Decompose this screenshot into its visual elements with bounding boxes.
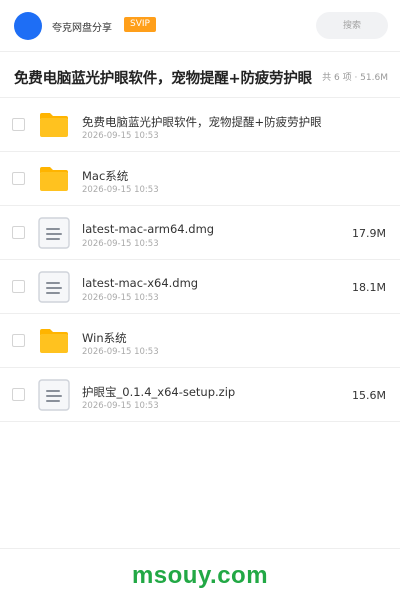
file-size: 17.9M	[352, 227, 386, 240]
svip-badge: SVIP	[124, 17, 156, 32]
search-input[interactable]	[316, 12, 388, 39]
checkbox[interactable]	[12, 280, 25, 293]
title-bar: 免费电脑蓝光护眼软件，宠物提醒+防疲劳护眼 共 6 项 · 51.6M	[0, 52, 400, 98]
folder-icon	[40, 113, 68, 137]
checkbox[interactable]	[12, 334, 25, 347]
footer-divider	[0, 548, 400, 549]
list-item[interactable]: Mac系统 2026-09-15 10:53	[0, 152, 400, 206]
file-date: 2026-09-15 10:53	[82, 131, 159, 141]
watermark-text: msouy.com	[131, 562, 269, 589]
file-icon	[38, 379, 70, 411]
folder-icon	[40, 167, 68, 191]
app-name: 夸克网盘分享	[52, 23, 112, 34]
checkbox[interactable]	[12, 226, 25, 239]
list-item[interactable]: 护眼宝_0.1.4_x64-setup.zip 2026-09-15 10:53…	[0, 368, 400, 422]
list-item[interactable]: 免费电脑蓝光护眼软件，宠物提醒+防疲劳护眼 2026-09-15 10:53	[0, 98, 400, 152]
file-name: 免费电脑蓝光护眼软件，宠物提醒+防疲劳护眼	[82, 115, 322, 129]
list-item[interactable]: latest-mac-arm64.dmg 2026-09-15 10:53 17…	[0, 206, 400, 260]
list-item[interactable]: latest-mac-x64.dmg 2026-09-15 10:53 18.1…	[0, 260, 400, 314]
file-name: latest-mac-x64.dmg	[82, 276, 199, 290]
checkbox[interactable]	[12, 172, 25, 185]
list-item[interactable]: Win系统 2026-09-15 10:53	[0, 314, 400, 368]
file-size: 15.6M	[352, 389, 386, 402]
header: 夸克网盘分享 SVIP	[0, 0, 400, 52]
file-date: 2026-09-15 10:53	[82, 347, 159, 357]
file-name: Win系统	[82, 331, 127, 345]
file-name: Mac系统	[82, 169, 129, 183]
file-count-meta: 共 6 项 · 51.6M	[322, 73, 388, 83]
page-title: 免费电脑蓝光护眼软件，宠物提醒+防疲劳护眼	[14, 71, 312, 87]
file-name: 护眼宝_0.1.4_x64-setup.zip	[82, 385, 236, 399]
file-date: 2026-09-15 10:53	[82, 185, 159, 195]
file-list: 免费电脑蓝光护眼软件，宠物提醒+防疲劳护眼 2026-09-15 10:53 M…	[0, 98, 400, 422]
file-icon	[38, 271, 70, 303]
checkbox[interactable]	[12, 118, 25, 131]
file-name: latest-mac-arm64.dmg	[82, 222, 215, 236]
file-icon	[38, 217, 70, 249]
folder-icon	[40, 329, 68, 353]
file-date: 2026-09-15 10:53	[82, 293, 159, 303]
file-size: 18.1M	[352, 281, 386, 294]
file-date: 2026-09-15 10:53	[82, 239, 159, 249]
checkbox[interactable]	[12, 388, 25, 401]
avatar[interactable]	[14, 12, 42, 40]
file-date: 2026-09-15 10:53	[82, 401, 159, 411]
